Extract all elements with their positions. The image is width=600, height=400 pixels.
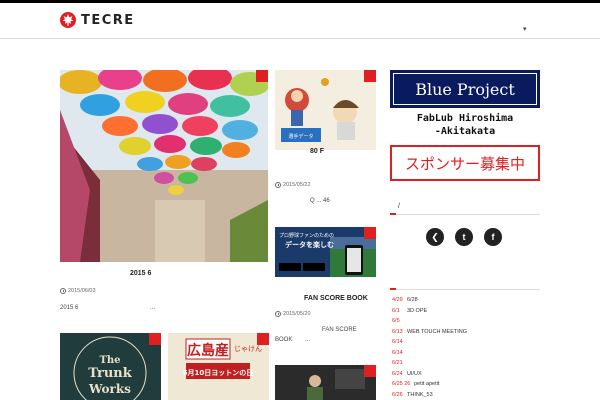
post-date: 2015/05/20 — [275, 311, 311, 317]
chevron-down-icon[interactable]: ▾ — [523, 25, 527, 33]
maple-leaf-icon — [60, 12, 76, 28]
chevron-icon[interactable]: ❮ — [426, 228, 444, 246]
list-item[interactable]: 6/14 — [392, 350, 542, 361]
section-divider-line — [396, 213, 540, 215]
post-thumbnail-meeting[interactable] — [275, 365, 376, 400]
post-thumbnail-baseball[interactable]: プロ野球ファンのための データを楽しむ — [275, 227, 376, 277]
svg-text:5月10日ヨットンの日: 5月10日ヨットンの日 — [183, 369, 254, 377]
corner-badge — [364, 70, 376, 82]
event-list: 4/29 6/28 6/1 3D OPE 6/5 6/13 WEB TOUCH MEE… — [392, 297, 542, 400]
site-logo[interactable]: TECRE — [60, 10, 135, 30]
clock-icon — [275, 311, 281, 317]
read-more-link[interactable]: ... — [305, 337, 310, 343]
post-date: 2015/06/03 — [60, 288, 96, 294]
section-divider-line — [396, 288, 540, 290]
cafe-sign-image: The Trunk Works — [60, 333, 161, 400]
post-thumbnail-illustration[interactable]: 選手データ — [275, 70, 376, 150]
corner-badge — [364, 365, 376, 377]
meeting-photo — [275, 365, 376, 400]
baseball-app-banner: プロ野球ファンのための データを楽しむ — [275, 227, 376, 277]
section-heading: / — [398, 203, 400, 210]
post-thumbnail-hiroshima[interactable]: 広島産 じゃけん 5月10日ヨットンの日 — [168, 333, 269, 400]
list-item[interactable]: 6/21 — [392, 360, 542, 371]
list-item[interactable]: 6/24 UI/UX — [392, 371, 542, 382]
list-item[interactable]: 6/13 WEB TOUCH MEETING — [392, 329, 542, 340]
svg-text:データを楽しむ: データを楽しむ — [285, 240, 334, 249]
svg-text:選手データ: 選手データ — [288, 133, 313, 140]
list-item[interactable]: 4/29 6/28 — [392, 297, 542, 308]
svg-text:Trunk: Trunk — [88, 366, 132, 381]
cartoon-illustration: 選手データ — [275, 70, 376, 150]
twitter-icon[interactable]: t — [455, 228, 473, 246]
post-title[interactable]: 80 F — [310, 148, 324, 155]
list-item[interactable]: 6/14 — [392, 339, 542, 350]
post-title[interactable]: 2015 6 — [130, 270, 151, 277]
sponsor-banner[interactable]: スポンサー募集中 — [390, 145, 540, 181]
corner-badge — [257, 333, 269, 345]
read-more-link[interactable]: ... — [150, 305, 155, 311]
post-thumbnail-umbrellas[interactable] — [60, 70, 268, 262]
fablab-banner[interactable]: FabLub Hiroshima -Akitakata — [390, 112, 540, 138]
svg-text:じゃけん: じゃけん — [234, 345, 262, 353]
corner-badge — [256, 70, 268, 82]
post-excerpt: Q ... 46 — [310, 198, 330, 204]
clock-icon — [60, 288, 66, 294]
facebook-icon[interactable]: f — [484, 228, 502, 246]
post-title[interactable]: FAN SCORE BOOK — [304, 295, 368, 302]
clock-icon — [275, 182, 281, 188]
svg-text:プロ野球ファンのための: プロ野球ファンのための — [279, 232, 334, 239]
list-item[interactable]: 6/5 — [392, 318, 542, 329]
post-excerpt-line2: BOOK — [275, 337, 293, 343]
brand-name: TECRE — [81, 12, 135, 28]
blue-project-banner[interactable]: Blue Project — [390, 70, 540, 108]
umbrella-photo — [60, 70, 268, 262]
post-date: 2015/05/22 — [275, 182, 311, 188]
list-item[interactable]: 6/26 THINK_53 — [392, 392, 542, 400]
list-item[interactable]: 6/25 26 petit apetit — [392, 381, 542, 392]
post-thumbnail-trunk-works[interactable]: The Trunk Works — [60, 333, 161, 400]
post-excerpt: 2015 6 — [60, 305, 79, 311]
corner-badge — [149, 333, 161, 345]
site-header: TECRE ▾ — [0, 3, 600, 39]
svg-text:広島産: 広島産 — [187, 342, 229, 359]
list-item[interactable]: 6/1 3D OPE — [392, 308, 542, 319]
post-excerpt: FAN SCORE — [322, 327, 357, 333]
svg-text:The: The — [99, 355, 120, 366]
svg-text:Works: Works — [88, 382, 131, 396]
hiroshima-poster: 広島産 じゃけん 5月10日ヨットンの日 — [168, 333, 269, 400]
corner-badge — [364, 227, 376, 239]
